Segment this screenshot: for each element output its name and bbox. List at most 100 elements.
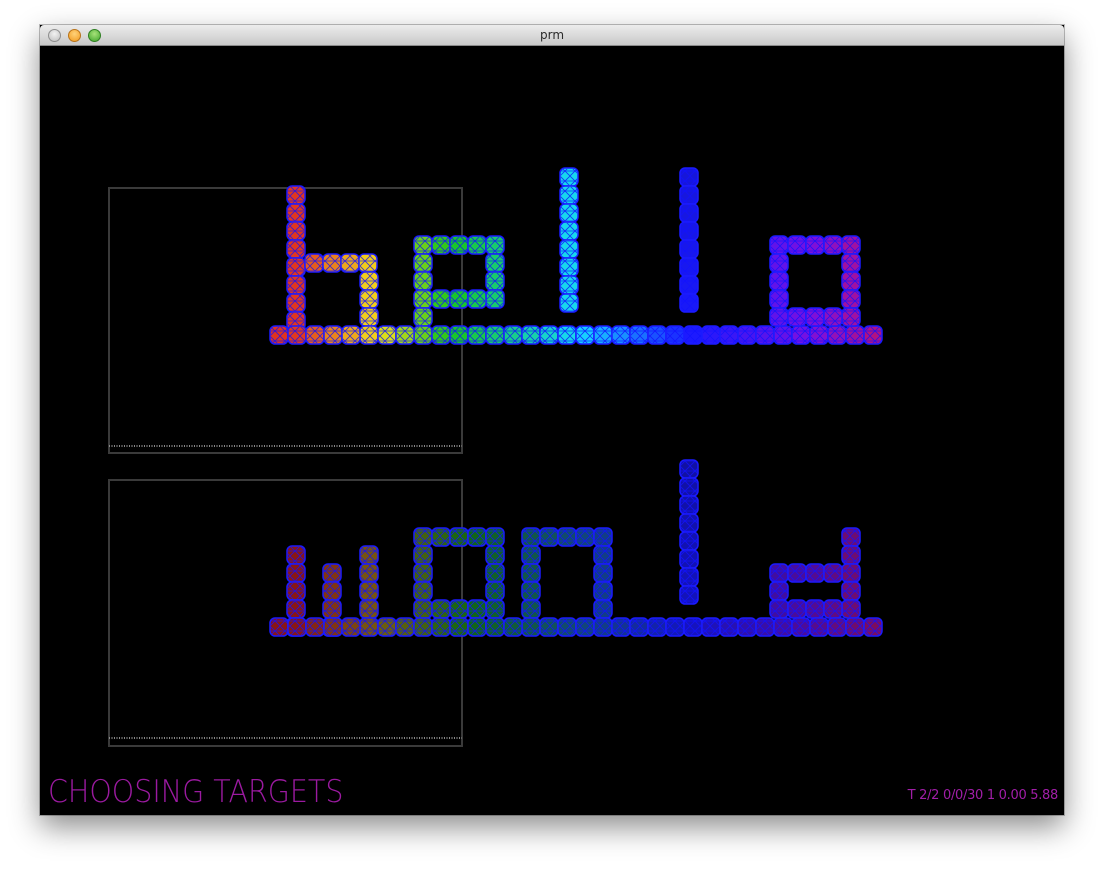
cell-mesh — [771, 601, 787, 617]
cell-mesh — [324, 583, 340, 599]
stats-readout: T 2/2 0/0/30 1 0.00 5.88 — [907, 788, 1059, 803]
cell-mesh — [649, 619, 665, 635]
cell-mesh — [288, 601, 304, 617]
cell-mesh — [360, 255, 376, 271]
cell-mesh — [415, 601, 431, 617]
cell-mesh — [681, 587, 697, 603]
cell-mesh — [667, 327, 683, 343]
cell-mesh — [523, 565, 539, 581]
render-viewport[interactable]: CHOOSING TARGETS T 2/2 0/0/30 1 0.00 5.8… — [40, 46, 1064, 815]
cell-mesh — [487, 327, 503, 343]
cell-mesh — [771, 565, 787, 581]
cell-mesh — [843, 565, 859, 581]
cell-mesh — [342, 255, 358, 271]
cell-mesh — [825, 309, 841, 325]
cell-mesh — [561, 169, 577, 185]
cell-mesh — [811, 619, 827, 635]
cell-mesh — [415, 583, 431, 599]
cell-mesh — [307, 327, 323, 343]
app-window: prm CHOOSING TARGETS T 2/2 0/0/30 1 0.00… — [40, 25, 1064, 815]
window-title: prm — [539, 28, 565, 42]
cell-mesh — [681, 479, 697, 495]
cell-mesh — [288, 205, 304, 221]
cell-mesh — [433, 291, 449, 307]
cell-mesh — [595, 619, 611, 635]
cell-mesh — [811, 327, 827, 343]
cell-mesh — [681, 241, 697, 257]
cell-mesh — [451, 291, 467, 307]
cell-mesh — [843, 547, 859, 563]
cell-mesh — [361, 291, 377, 307]
cell-mesh — [306, 255, 322, 271]
cell-mesh — [681, 533, 697, 549]
title-bar[interactable]: prm — [40, 25, 1064, 46]
cell-mesh — [771, 291, 787, 307]
cell-mesh — [595, 601, 611, 617]
cell-mesh — [789, 565, 805, 581]
cell-mesh — [288, 295, 304, 311]
cell-mesh — [487, 565, 503, 581]
cell-mesh — [681, 223, 697, 239]
cell-mesh — [415, 309, 431, 325]
cell-mesh — [825, 565, 841, 581]
cell-mesh — [559, 327, 575, 343]
cell-mesh — [561, 223, 577, 239]
cell-mesh — [757, 327, 773, 343]
cell-mesh — [681, 497, 697, 513]
cell-mesh — [379, 619, 395, 635]
cell-mesh — [523, 583, 539, 599]
cell-mesh — [487, 547, 503, 563]
cell-mesh — [288, 187, 304, 203]
cell-mesh — [324, 255, 340, 271]
cell-mesh — [595, 565, 611, 581]
cell-mesh — [789, 237, 805, 253]
cell-mesh — [681, 551, 697, 567]
cell-mesh — [559, 529, 575, 545]
cell-mesh — [361, 309, 377, 325]
cell-mesh — [469, 237, 485, 253]
cell-mesh — [324, 565, 340, 581]
cell-mesh — [681, 277, 697, 293]
cell-mesh — [681, 569, 697, 585]
cell-mesh — [324, 601, 340, 617]
cell-mesh — [847, 619, 863, 635]
cell-mesh — [505, 327, 521, 343]
cell-mesh — [771, 273, 787, 289]
cell-mesh — [469, 291, 485, 307]
cell-mesh — [469, 327, 485, 343]
cell-mesh — [469, 529, 485, 545]
cell-mesh — [433, 237, 449, 253]
cell-mesh — [415, 529, 431, 545]
cell-mesh — [793, 327, 809, 343]
cell-mesh — [577, 529, 593, 545]
cell-mesh — [415, 255, 431, 271]
cell-mesh — [757, 619, 773, 635]
cell-mesh — [681, 259, 697, 275]
cell-mesh — [415, 327, 431, 343]
cell-mesh — [361, 273, 377, 289]
cell-mesh — [739, 327, 755, 343]
cell-mesh — [469, 601, 485, 617]
cell-mesh — [843, 273, 859, 289]
cell-mesh — [829, 619, 845, 635]
cell-mesh — [595, 327, 611, 343]
cell-mesh — [843, 309, 859, 325]
cell-mesh — [361, 619, 377, 635]
cell-mesh — [289, 619, 305, 635]
cell-mesh — [829, 327, 845, 343]
cell-mesh — [487, 601, 503, 617]
cell-mesh — [865, 619, 881, 635]
cell-mesh — [325, 327, 341, 343]
cell-mesh — [843, 291, 859, 307]
cell-mesh — [523, 547, 539, 563]
cell-mesh — [343, 619, 359, 635]
cell-mesh — [271, 619, 287, 635]
cell-mesh — [613, 619, 629, 635]
cell-mesh — [451, 529, 467, 545]
cell-mesh — [595, 547, 611, 563]
cell-mesh — [721, 619, 737, 635]
cell-mesh — [681, 461, 697, 477]
cell-mesh — [523, 529, 539, 545]
cell-mesh — [343, 327, 359, 343]
cell-mesh — [487, 255, 503, 271]
